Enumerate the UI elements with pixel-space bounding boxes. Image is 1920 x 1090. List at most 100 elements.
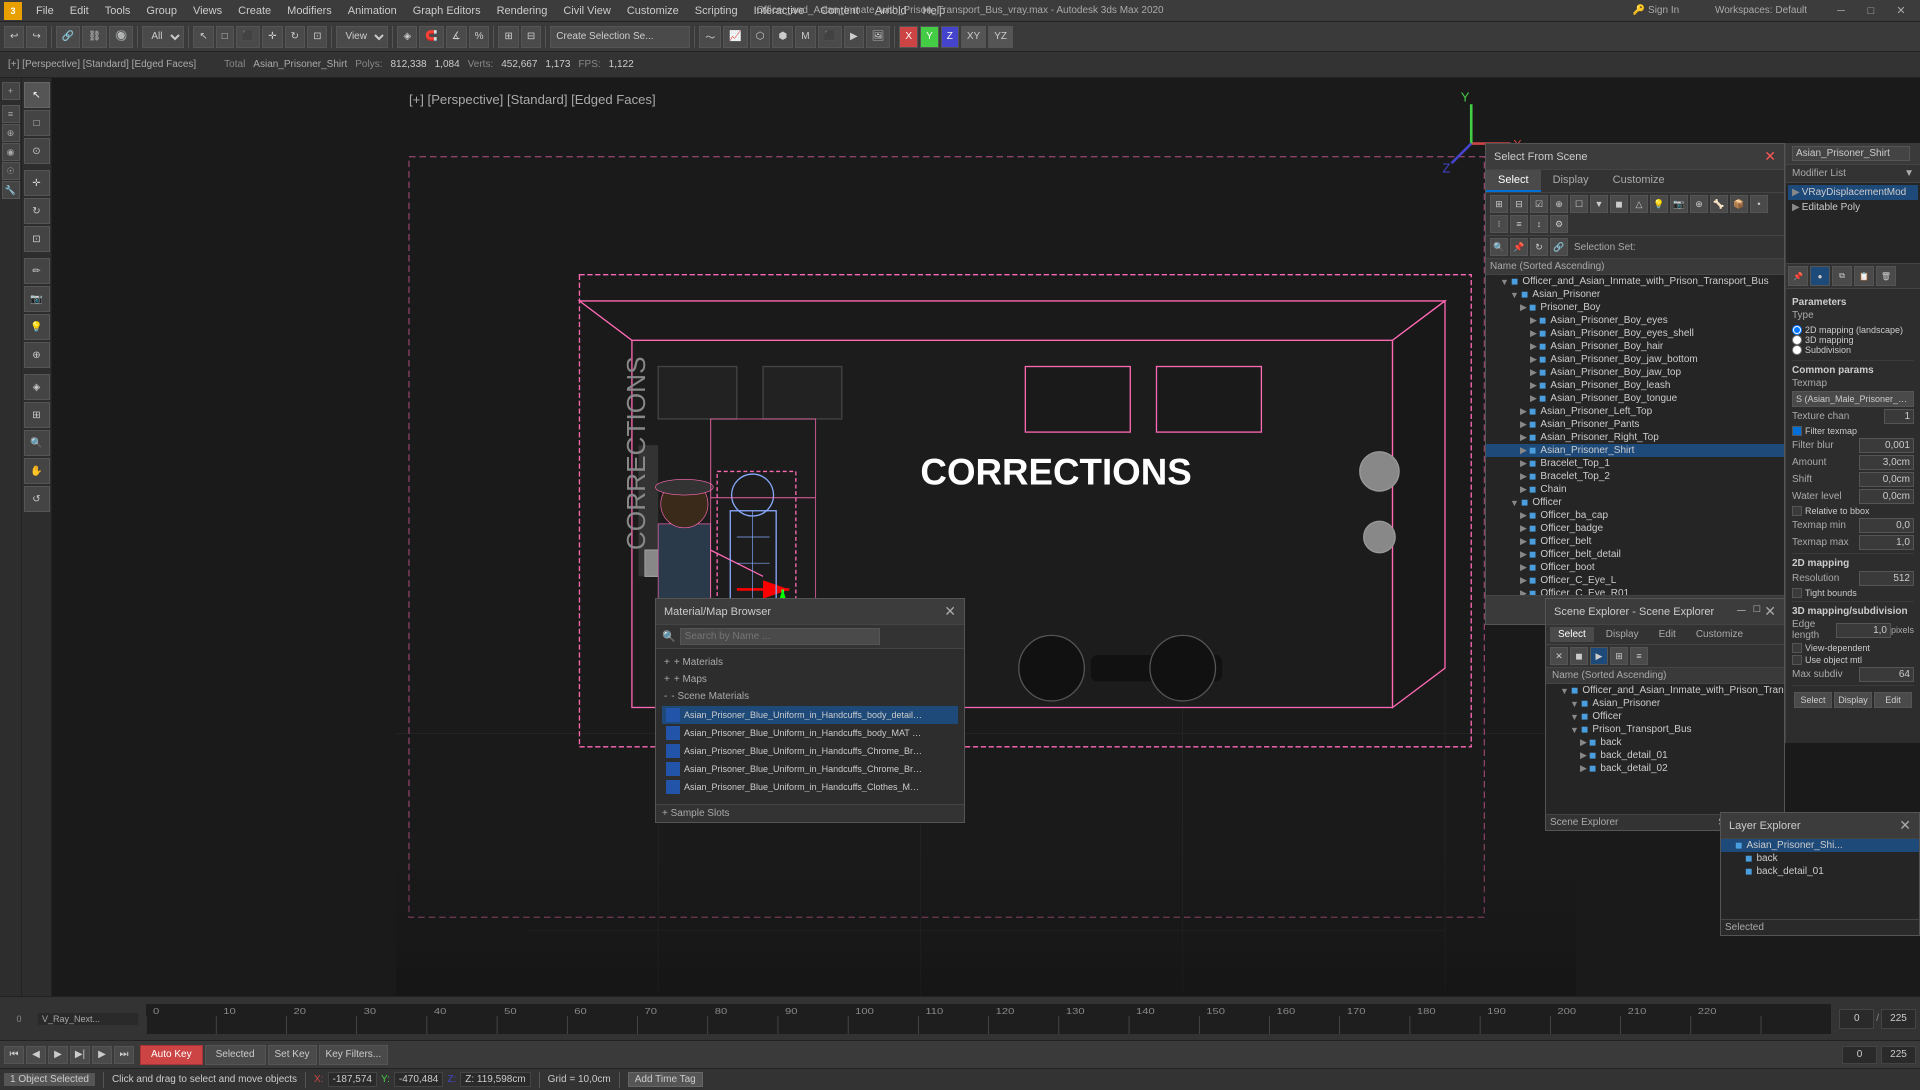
rotate-tool[interactable]: ↻ [24,198,50,224]
modifier-editable-poly[interactable]: ▶ Editable Poly [1788,200,1918,215]
particle-btn[interactable]: ⬡ [750,26,771,48]
sfs-container[interactable]: 📦 [1730,195,1748,213]
edit-btn-bottom[interactable]: Edit [1874,692,1912,708]
subdivision-option[interactable]: Subdivision [1792,345,1914,355]
se-clear-filter[interactable]: ✕ [1550,647,1568,665]
workspaces-btn[interactable]: Workspaces: Default [1696,0,1826,22]
yz-plane-btn[interactable]: YZ [988,26,1013,48]
isolate-tool[interactable]: ◈ [24,374,50,400]
sfs-tree-item[interactable]: ▼ ◼ Asian_Prisoner [1486,288,1784,301]
se-tree-item[interactable]: ▶ ◼ back_detail_02 [1546,762,1784,775]
minimize-btn[interactable]: ─ [1826,0,1856,22]
view-dependent-checkbox[interactable] [1792,643,1802,653]
se-tab-display[interactable]: Display [1598,627,1647,642]
use-object-mtl-check[interactable]: Use object mtl [1792,655,1914,665]
amount-input[interactable] [1859,455,1914,470]
sfs-tab-select[interactable]: Select [1486,170,1541,192]
sfs-tree-item[interactable]: ▶ ◼ Bracelet_Top_2 [1486,470,1784,483]
filter-texmap-check[interactable]: Filter texmap [1792,426,1914,436]
rp-pin-btn[interactable]: 📌 [1788,266,1808,286]
paint-tool[interactable]: ✏ [24,258,50,284]
restore-btn[interactable]: □ [1856,0,1886,22]
goto-end-btn[interactable]: ⏭ [114,1046,134,1064]
se-tree-item[interactable]: ▼ ◼ Officer_and_Asian_Inmate_with_Prison… [1546,684,1784,697]
sfs-tree-item[interactable]: ▶ ◼ Officer_belt_detail [1486,548,1784,561]
sfs-tree-item[interactable]: ▶ ◼ Asian_Prisoner_Boy_leash [1486,379,1784,392]
rotate-btn[interactable]: ↻ [285,26,305,48]
renderframe-btn[interactable]: 🖼 [866,26,891,48]
se-close-btn[interactable]: ✕ [1764,603,1776,620]
se-restore-btn[interactable]: □ [1754,603,1761,620]
pivot-btn[interactable]: ◈ [397,26,417,48]
arc-rotate-tool[interactable]: ↺ [24,486,50,512]
menu-animation[interactable]: Animation [340,3,405,19]
angle-snap-btn[interactable]: ∡ [446,26,467,48]
goto-start-btn[interactable]: ⏮ [4,1046,24,1064]
texmap-value-btn[interactable]: S (Asian_Male_Prisoner_Cloth... [1792,391,1914,407]
le-tree-item[interactable]: ◼ Asian_Prisoner_Shi... [1721,839,1919,852]
move-tool[interactable]: ✛ [24,170,50,196]
select-object-tool[interactable]: ↖ [24,82,50,108]
sfs-tree-item[interactable]: ▶ ◼ Officer_badge [1486,522,1784,535]
utility-tab[interactable]: 🔧 [2,181,20,199]
menu-modifiers[interactable]: Modifiers [279,3,340,19]
select-object-btn[interactable]: ↖ [193,26,213,48]
sfs-tree-item[interactable]: ▶ ◼ Officer_C_Eye_L [1486,574,1784,587]
sfs-tree-item[interactable]: ▶ ◼ Asian_Prisoner_Boy_jaw_top [1486,366,1784,379]
sfs-tree-item[interactable]: ▼ ◼ Officer [1486,496,1784,509]
mb-maps-header[interactable]: + + Maps [660,672,960,687]
subdivision-radio[interactable] [1792,345,1802,355]
display-btn-bottom[interactable]: Display [1834,692,1872,708]
hierarchy-tab[interactable]: ⊕ [2,124,20,142]
percent-snap-btn[interactable]: % [469,26,490,48]
le-tree-item[interactable]: ◼ back_detail_01 [1721,865,1919,878]
filter-select[interactable]: All [142,26,184,48]
mb-material-item[interactable]: Asian_Prisoner_Blue_Uniform_in_Handcuffs… [662,706,958,724]
se-selected-btn[interactable]: ▶ [1590,647,1608,665]
rp-name-field[interactable] [1786,143,1920,165]
play-selected-btn[interactable]: ▶| [70,1046,90,1064]
mb-materials-header[interactable]: + + Materials [660,655,960,670]
sfs-tree-item[interactable]: ▼ ◼ Officer_and_Asian_Inmate_with_Prison… [1486,275,1784,288]
create-tab[interactable]: + [2,82,20,100]
se-tree-item[interactable]: ▼ ◼ Officer [1546,710,1784,723]
sign-in-btn[interactable]: 🔑 Sign In [1616,0,1696,22]
mb-material-item[interactable]: Asian_Prisoner_Blue_Uniform_in_Handcuffs… [662,760,958,778]
se-tree-item[interactable]: ▼ ◼ Asian_Prisoner [1546,697,1784,710]
motion-tab[interactable]: ◉ [2,143,20,161]
se-tree-item[interactable]: ▶ ◼ back [1546,736,1784,749]
menu-group[interactable]: Group [138,3,185,19]
graph-btn[interactable]: 📈 [723,26,747,48]
unlink-btn[interactable]: ⛓ [82,26,107,48]
menu-views[interactable]: Views [185,3,230,19]
align-btn[interactable]: ⊟ [521,26,541,48]
sfs-none[interactable]: ☐ [1570,195,1588,213]
sfs-tree-item[interactable]: ▶ ◼ Asian_Prisoner_Left_Top [1486,405,1784,418]
select-btn-bottom[interactable]: Select [1794,692,1832,708]
sfs-tree-item[interactable]: ▶ ◼ Officer_belt [1486,535,1784,548]
shift-input[interactable] [1859,472,1914,487]
sfs-others[interactable]: ⁝ [1490,215,1508,233]
sfs-helpers[interactable]: ⊕ [1690,195,1708,213]
timeline-track[interactable]: 0 10 20 30 40 50 60 70 80 90 100 110 120… [146,1004,1831,1034]
helper-tool[interactable]: ⊕ [24,342,50,368]
render-btn[interactable]: ⬛ [818,26,842,48]
relative-to-bbox-checkbox[interactable] [1792,506,1802,516]
sfs-tree-item[interactable]: ▶ ◼ Asian_Prisoner_Shirt [1486,444,1784,457]
sfs-bones[interactable]: 🦴 [1710,195,1728,213]
sfs-tree-item[interactable]: ▶ ◼ Officer_ba_cap [1486,509,1784,522]
xy-plane-btn[interactable]: XY [961,26,986,48]
sfs-view-type[interactable]: ≡ [1510,215,1528,233]
mb-material-item[interactable]: Asian_Prisoner_Blue_Uniform_in_Handcuffs… [662,742,958,760]
sfs-tree-item[interactable]: ▶ ◼ Asian_Prisoner_Boy_eyes [1486,314,1784,327]
close-btn[interactable]: ✕ [1886,0,1916,22]
menu-tools[interactable]: Tools [97,3,139,19]
scale-btn[interactable]: ⊡ [307,26,327,48]
select-all-btn[interactable]: ⬛ [236,26,260,48]
modify-tab[interactable]: ≡ [2,105,20,123]
sfs-tree-item[interactable]: ▶ ◼ Chain [1486,483,1784,496]
zoom-extents-tool[interactable]: ⊞ [24,402,50,428]
create-selection-btn[interactable]: Create Selection Se... [550,26,690,48]
set-key-btn[interactable]: Set Key [268,1045,317,1065]
sfs-tree-item[interactable]: ▶ ◼ Asian_Prisoner_Right_Top [1486,431,1784,444]
